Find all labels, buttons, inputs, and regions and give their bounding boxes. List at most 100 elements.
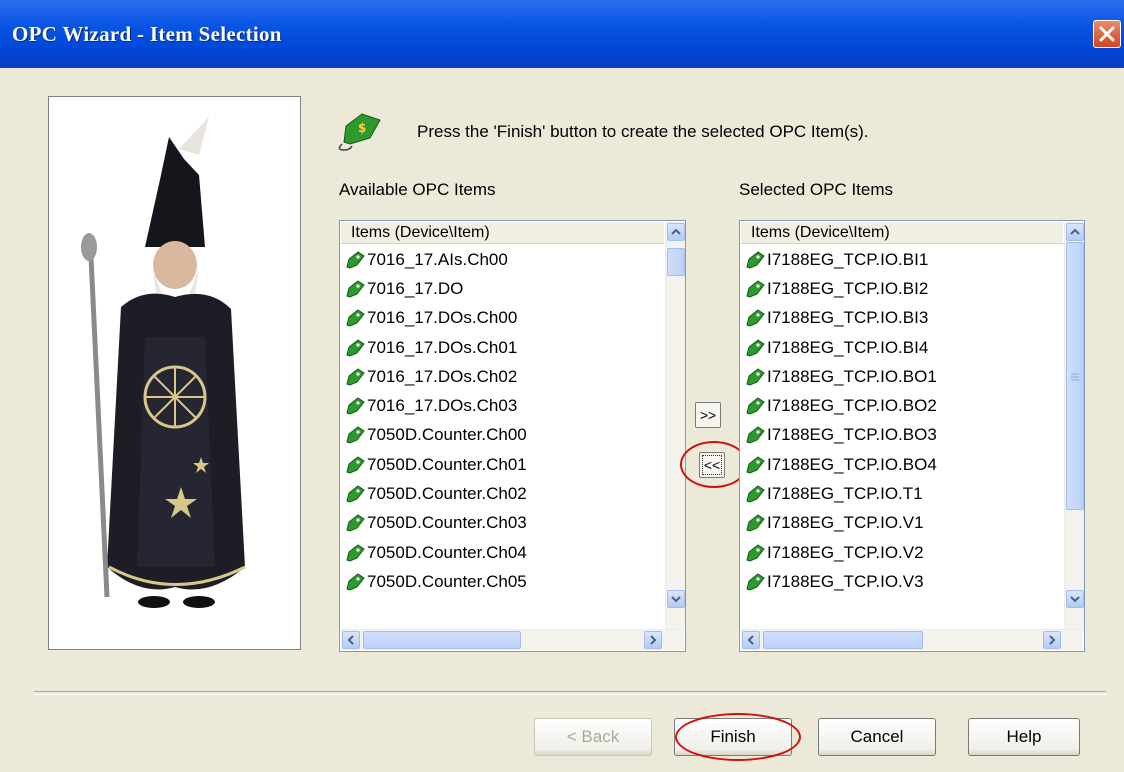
opc-tag-icon [746, 543, 765, 562]
list-item[interactable]: I7188EG_TCP.IO.BI2 [741, 274, 937, 303]
list-item[interactable]: 7050D.Counter.Ch00 [341, 421, 527, 450]
opc-tag-icon [746, 368, 765, 386]
list-item[interactable]: 7050D.Counter.Ch02 [341, 479, 527, 508]
svg-text:$: $ [358, 121, 366, 135]
vertical-scrollbar[interactable] [1064, 222, 1084, 630]
horizontal-scrollbar[interactable] [741, 629, 1083, 650]
list-column-header[interactable]: Items (Device\Item) [341, 222, 664, 244]
list-item-label: I7188EG_TCP.IO.BO4 [767, 454, 937, 474]
list-item[interactable]: I7188EG_TCP.IO.V3 [741, 567, 937, 596]
footer-separator [34, 691, 1106, 695]
list-item[interactable]: 7016_17.AIs.Ch00 [341, 245, 527, 274]
list-item-label: 7016_17.DOs.Ch00 [367, 308, 518, 328]
finish-button[interactable]: Finish [674, 718, 792, 756]
list-item[interactable]: I7188EG_TCP.IO.BI4 [741, 333, 937, 362]
list-item-label: I7188EG_TCP.IO.BI3 [767, 308, 929, 328]
list-item[interactable]: 7016_17.DOs.Ch00 [341, 304, 527, 333]
opc-tag-icon [346, 309, 365, 327]
cancel-button[interactable]: Cancel [818, 718, 936, 756]
scroll-up-button[interactable] [667, 223, 685, 241]
selected-items-label: Selected OPC Items [739, 180, 894, 199]
list-item[interactable]: 7016_17.DO [341, 274, 527, 303]
list-item[interactable]: I7188EG_TCP.IO.BI3 [741, 304, 937, 333]
vertical-scrollbar[interactable] [665, 222, 685, 630]
list-item[interactable]: 7016_17.DOs.Ch02 [341, 362, 527, 391]
grip-icon [1071, 373, 1079, 381]
available-items-rows: 7016_17.AIs.Ch00 7016_17.DO 7016_17.DOs.Ch… [341, 245, 527, 597]
chevron-up-icon [1070, 228, 1080, 235]
opc-tag-icon [346, 338, 365, 357]
scroll-down-button[interactable] [667, 590, 685, 608]
list-item[interactable]: 7050D.Counter.Ch05 [341, 567, 527, 596]
window-title: OPC Wizard - Item Selection [12, 22, 282, 46]
opc-tag-icon [346, 251, 365, 269]
list-item[interactable]: I7188EG_TCP.IO.V2 [741, 538, 937, 567]
list-item[interactable]: I7188EG_TCP.IO.BO3 [741, 421, 937, 450]
chevron-down-icon [671, 596, 681, 603]
remove-item-button[interactable]: << [699, 452, 725, 478]
title-bar: OPC Wizard - Item Selection [0, 0, 1124, 68]
list-item[interactable]: I7188EG_TCP.IO.V1 [741, 509, 937, 538]
scroll-thumb[interactable] [667, 248, 685, 276]
selected-items-rows: I7188EG_TCP.IO.BI1 I7188EG_TCP.IO.BI2 I718… [741, 245, 937, 597]
help-button[interactable]: Help [968, 718, 1080, 756]
list-item[interactable]: I7188EG_TCP.IO.BI1 [741, 245, 937, 274]
selected-items-list[interactable]: Items (Device\Item) I7188EG_TCP.IO.BI1 I7… [739, 220, 1085, 652]
chevron-down-icon [1070, 596, 1080, 603]
list-item[interactable]: I7188EG_TCP.IO.BO2 [741, 391, 937, 420]
opc-tag-icon [346, 426, 365, 444]
list-item-label: 7050D.Counter.Ch01 [367, 454, 527, 474]
available-items-label: Available OPC Items [339, 180, 496, 199]
list-item-label: I7188EG_TCP.IO.V1 [767, 513, 924, 533]
scroll-down-button[interactable] [1066, 590, 1084, 608]
list-item[interactable]: 7016_17.DOs.Ch03 [341, 391, 527, 420]
list-item-label: 7016_17.DOs.Ch03 [367, 396, 518, 416]
opc-tag-icon [746, 456, 765, 474]
list-item-label: 7016_17.AIs.Ch00 [367, 249, 508, 269]
scroll-right-button[interactable] [1043, 631, 1061, 649]
chevron-right-icon [650, 635, 657, 645]
scroll-left-button[interactable] [742, 631, 760, 649]
list-item[interactable]: I7188EG_TCP.IO.BO4 [741, 450, 937, 479]
opc-tag-icon [746, 485, 765, 503]
opc-tag-icon [746, 573, 765, 591]
list-item-label: I7188EG_TCP.IO.BI2 [767, 278, 929, 298]
close-button[interactable] [1093, 20, 1121, 48]
list-item-label: 7016_17.DO [367, 278, 464, 298]
back-button[interactable]: < Back [534, 718, 652, 756]
list-item-label: 7050D.Counter.Ch03 [367, 513, 527, 533]
opc-tag-icon [346, 456, 365, 474]
chevron-left-icon [347, 635, 354, 645]
chevron-up-icon [671, 228, 681, 235]
list-item-label: 7050D.Counter.Ch05 [367, 571, 527, 591]
list-item-label: I7188EG_TCP.IO.BO2 [767, 396, 937, 416]
scroll-thumb[interactable] [1066, 242, 1084, 510]
chevron-right-icon [1049, 635, 1056, 645]
list-item-label: 7050D.Counter.Ch02 [367, 484, 527, 504]
list-item-label: I7188EG_TCP.IO.BO1 [767, 366, 937, 386]
horizontal-scroll-thumb[interactable] [363, 631, 521, 649]
list-item[interactable]: 7050D.Counter.Ch03 [341, 509, 527, 538]
opc-tag-icon [746, 338, 765, 357]
list-item[interactable]: 7050D.Counter.Ch01 [341, 450, 527, 479]
add-item-button[interactable]: >> [695, 402, 721, 428]
list-item-label: 7016_17.DOs.Ch02 [367, 366, 518, 386]
list-item[interactable]: I7188EG_TCP.IO.BO1 [741, 362, 937, 391]
available-items-list[interactable]: Items (Device\Item) 7016_17.AIs.Ch00 7016… [339, 220, 686, 652]
scroll-right-button[interactable] [644, 631, 662, 649]
opc-tag-icon [346, 368, 365, 386]
list-item[interactable]: I7188EG_TCP.IO.T1 [741, 479, 937, 508]
opc-tag-icon [346, 514, 365, 532]
opc-tag-icon [746, 514, 765, 532]
horizontal-scroll-thumb[interactable] [763, 631, 923, 649]
instruction-text: Press the 'Finish' button to create the … [417, 122, 869, 141]
chevron-left-icon [747, 635, 754, 645]
list-column-header[interactable]: Items (Device\Item) [741, 222, 1063, 244]
horizontal-scrollbar[interactable] [341, 629, 684, 650]
opc-tag-icon [346, 543, 365, 562]
list-item[interactable]: 7016_17.DOs.Ch01 [341, 333, 527, 362]
opc-tag-icon [746, 397, 765, 415]
scroll-left-button[interactable] [342, 631, 360, 649]
list-item[interactable]: 7050D.Counter.Ch04 [341, 538, 527, 567]
scroll-up-button[interactable] [1066, 223, 1084, 241]
